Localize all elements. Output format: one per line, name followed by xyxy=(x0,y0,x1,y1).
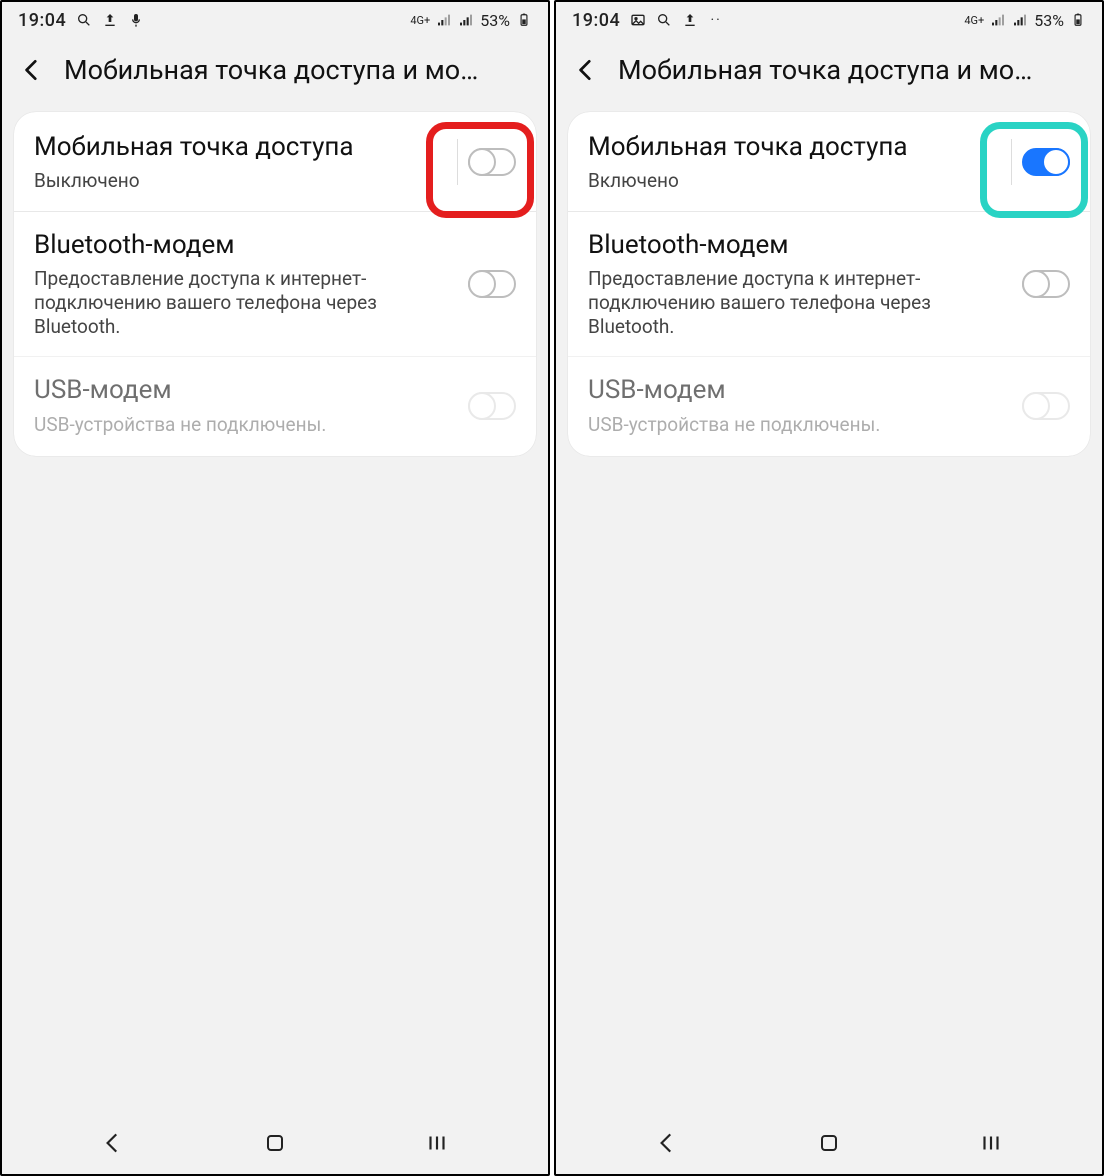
usb-toggle xyxy=(1022,392,1070,420)
hotspot-subtitle: Выключено xyxy=(34,169,445,193)
page-title: Мобильная точка доступа и мо… xyxy=(64,54,538,86)
settings-card: Мобильная точка доступа Включено Bluetoo… xyxy=(568,112,1090,456)
hotspot-subtitle: Включено xyxy=(588,169,999,193)
bluetooth-title: Bluetooth-модем xyxy=(588,230,1010,261)
page-title: Мобильная точка доступа и мо… xyxy=(618,54,1092,86)
network-label: 4G+ xyxy=(410,14,430,27)
usb-subtitle: USB-устройства не подключены. xyxy=(34,413,456,437)
signal-icon xyxy=(458,12,474,28)
signal-icon xyxy=(1012,12,1028,28)
bluetooth-subtitle: Предоставление доступа к интернет-подклю… xyxy=(34,267,456,338)
status-time: 19:04 xyxy=(572,10,620,31)
divider xyxy=(457,139,458,185)
usb-tether-row: USB-модем USB-устройства не подключены. xyxy=(568,356,1090,454)
usb-toggle xyxy=(468,392,516,420)
signal-icon xyxy=(990,12,1006,28)
bluetooth-toggle[interactable] xyxy=(468,270,516,298)
usb-subtitle: USB-устройства не подключены. xyxy=(588,413,1010,437)
nav-recents-button[interactable] xyxy=(417,1128,457,1158)
bluetooth-tether-row[interactable]: Bluetooth-модем Предоставление доступа к… xyxy=(568,211,1090,356)
mic-icon xyxy=(128,12,144,28)
back-button[interactable] xyxy=(14,52,50,88)
battery-icon xyxy=(1070,12,1086,28)
search-icon xyxy=(76,12,92,28)
search-icon xyxy=(656,12,672,28)
usb-title: USB-модем xyxy=(588,375,1010,406)
hotspot-row[interactable]: Мобильная точка доступа Включено xyxy=(568,114,1090,211)
battery-label: 53% xyxy=(480,11,510,30)
network-label: 4G+ xyxy=(964,14,984,27)
phone-right: 19:04 ·· 4G+ 53% Мобильная точка доступа… xyxy=(554,0,1104,1176)
status-bar: 19:04 ·· 4G+ 53% xyxy=(556,2,1102,38)
nav-home-button[interactable] xyxy=(255,1128,295,1158)
hotspot-title: Мобильная точка доступа xyxy=(588,132,999,163)
nav-bar xyxy=(556,1118,1102,1174)
divider xyxy=(1011,139,1012,185)
signal-icon xyxy=(436,12,452,28)
nav-recents-button[interactable] xyxy=(971,1128,1011,1158)
upload-icon xyxy=(682,12,698,28)
battery-label: 53% xyxy=(1034,11,1064,30)
hotspot-toggle[interactable] xyxy=(1022,148,1070,176)
bluetooth-subtitle: Предоставление доступа к интернет-подклю… xyxy=(588,267,1010,338)
bluetooth-tether-row[interactable]: Bluetooth-модем Предоставление доступа к… xyxy=(14,211,536,356)
hotspot-toggle[interactable] xyxy=(468,148,516,176)
hotspot-row[interactable]: Мобильная точка доступа Выключено xyxy=(14,114,536,211)
status-bar: 19:04 4G+ 53% xyxy=(2,2,548,38)
upload-icon xyxy=(102,12,118,28)
nav-home-button[interactable] xyxy=(809,1128,849,1158)
usb-title: USB-модем xyxy=(34,375,456,406)
phone-left: 19:04 4G+ 53% Мобильная точка доступа и … xyxy=(0,0,550,1176)
nav-bar xyxy=(2,1118,548,1174)
bluetooth-toggle[interactable] xyxy=(1022,270,1070,298)
app-bar: Мобильная точка доступа и мо… xyxy=(2,38,548,102)
app-bar: Мобильная точка доступа и мо… xyxy=(556,38,1102,102)
more-icon: ·· xyxy=(708,12,724,28)
nav-back-button[interactable] xyxy=(93,1128,133,1158)
hotspot-title: Мобильная точка доступа xyxy=(34,132,445,163)
settings-card: Мобильная точка доступа Выключено Blueto… xyxy=(14,112,536,456)
status-time: 19:04 xyxy=(18,10,66,31)
battery-icon xyxy=(516,12,532,28)
back-button[interactable] xyxy=(568,52,604,88)
nav-back-button[interactable] xyxy=(647,1128,687,1158)
bluetooth-title: Bluetooth-модем xyxy=(34,230,456,261)
image-icon xyxy=(630,12,646,28)
usb-tether-row: USB-модем USB-устройства не подключены. xyxy=(14,356,536,454)
